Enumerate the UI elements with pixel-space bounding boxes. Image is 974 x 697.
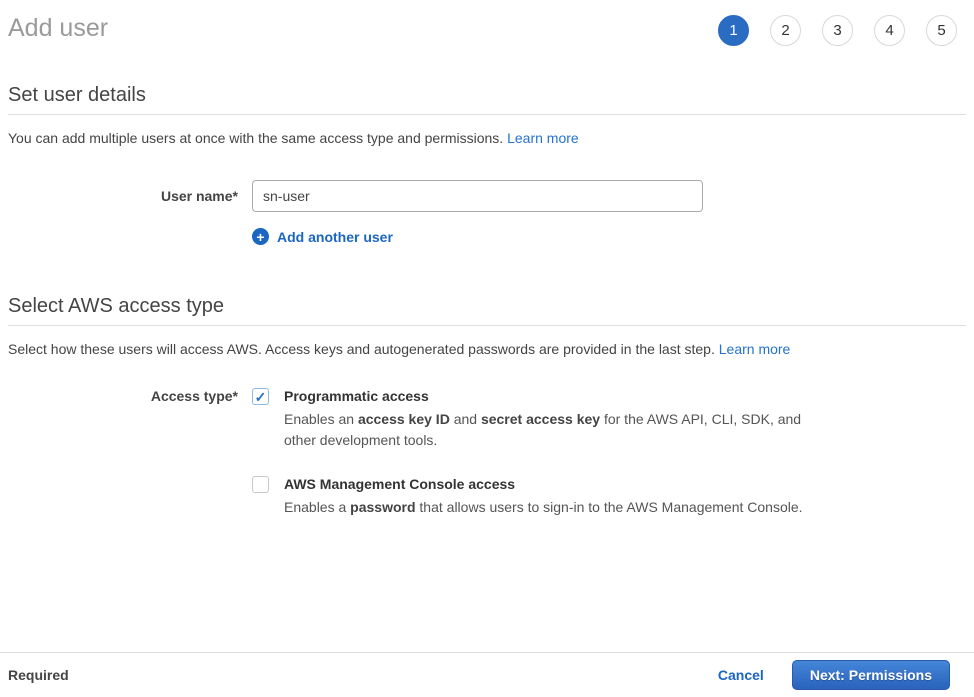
add-user-page: Add user 1 2 3 4 5 Set user details You … (0, 0, 974, 518)
footer-actions: Cancel Next: Permissions (718, 660, 950, 690)
programmatic-access-title: Programmatic access (284, 387, 806, 406)
set-user-details-heading: Set user details (8, 84, 966, 115)
user-name-label: User name* (8, 180, 252, 212)
console-access-option: AWS Management Console access Enables a … (252, 475, 966, 518)
add-icon: + (252, 228, 269, 245)
step-1-label: 1 (729, 22, 737, 39)
step-5-label: 5 (937, 22, 945, 39)
desc-text: Enables an (284, 411, 358, 427)
programmatic-access-option: ✓ Programmatic access Enables an access … (252, 387, 966, 451)
step-circle-4: 4 (874, 15, 905, 46)
learn-more-link-access-type[interactable]: Learn more (719, 341, 791, 357)
required-label: Required (8, 667, 69, 683)
programmatic-access-desc: Enables an access key ID and secret acce… (284, 409, 806, 451)
step-2-label: 2 (781, 22, 789, 39)
add-another-user-label: Add another user (277, 229, 393, 245)
page-header: Add user 1 2 3 4 5 (8, 0, 966, 46)
step-indicator: 1 2 3 4 5 (718, 15, 957, 46)
desc-bold-text: access key ID (358, 411, 450, 427)
access-type-row: Access type* ✓ Programmatic access Enabl… (8, 387, 966, 518)
console-access-checkbox[interactable] (252, 476, 269, 493)
desc-bold-text: password (350, 499, 415, 515)
console-access-text: AWS Management Console access Enables a … (284, 475, 803, 518)
programmatic-access-text: Programmatic access Enables an access ke… (284, 387, 806, 451)
desc-text: Enables a (284, 499, 350, 515)
cancel-button[interactable]: Cancel (718, 667, 764, 683)
access-type-intro: Select how these users will access AWS. … (8, 340, 966, 359)
step-circle-2: 2 (770, 15, 801, 46)
access-type-label: Access type* (8, 387, 252, 518)
user-details-intro-text: You can add multiple users at once with … (8, 130, 503, 146)
programmatic-access-checkbox[interactable]: ✓ (252, 388, 269, 405)
desc-bold-text: secret access key (481, 411, 600, 427)
access-type-options: ✓ Programmatic access Enables an access … (252, 387, 966, 518)
step-4-label: 4 (885, 22, 893, 39)
step-circle-5: 5 (926, 15, 957, 46)
select-access-type-heading: Select AWS access type (8, 295, 966, 326)
desc-text: that allows users to sign-in to the AWS … (416, 499, 803, 515)
desc-text: and (450, 411, 481, 427)
step-circle-1: 1 (718, 15, 749, 46)
check-icon: ✓ (255, 390, 267, 404)
wizard-footer: Required Cancel Next: Permissions (0, 652, 974, 697)
access-type-intro-text: Select how these users will access AWS. … (8, 341, 715, 357)
next-permissions-button[interactable]: Next: Permissions (792, 660, 950, 690)
user-name-input[interactable] (252, 180, 703, 212)
step-3-label: 3 (833, 22, 841, 39)
console-access-desc: Enables a password that allows users to … (284, 497, 803, 518)
step-circle-3: 3 (822, 15, 853, 46)
console-access-title: AWS Management Console access (284, 475, 803, 494)
user-name-row: User name* (8, 180, 966, 212)
page-title: Add user (8, 10, 108, 46)
learn-more-link-user-details[interactable]: Learn more (507, 130, 579, 146)
add-another-user-link[interactable]: + Add another user (252, 228, 966, 245)
user-details-intro: You can add multiple users at once with … (8, 129, 966, 148)
